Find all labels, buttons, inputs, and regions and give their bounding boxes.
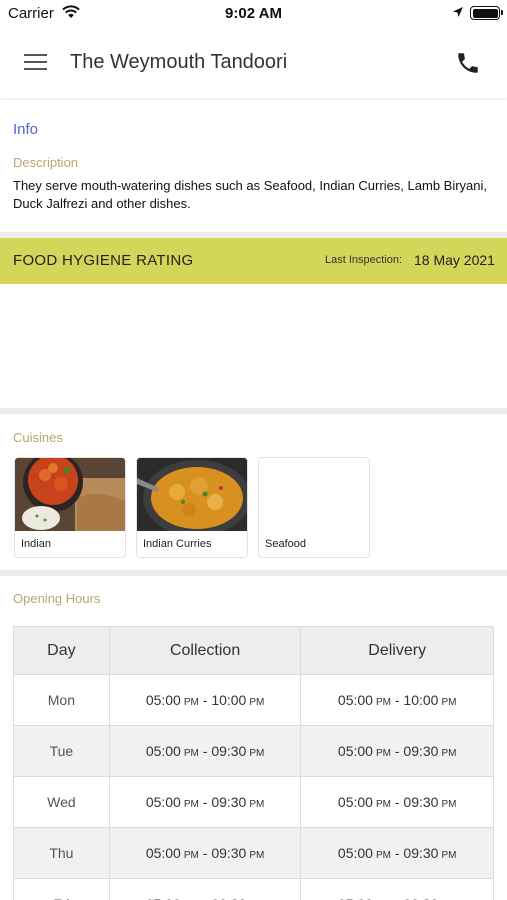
column-header-collection: Collection <box>108 626 302 675</box>
cuisines-section: Cuisines Indian Indian Curries Seafood <box>0 414 507 570</box>
cuisine-name: Seafood <box>265 538 306 550</box>
description-label: Description <box>13 155 79 170</box>
cuisines-label: Cuisines <box>13 430 63 445</box>
delivery-hours-cell: 05:00PM - 09:30PM <box>300 725 494 777</box>
time-value: 05:00 <box>145 743 181 759</box>
am-pm-label: PM <box>375 748 391 759</box>
day-cell: Wed <box>13 776 110 828</box>
time-value: 05:00 <box>145 794 181 810</box>
cuisine-card-seafood[interactable]: Seafood <box>258 457 370 558</box>
am-pm-label: PM <box>183 799 199 810</box>
am-pm-label: PM <box>441 799 457 810</box>
location-arrow-icon <box>453 7 463 17</box>
delivery-hours-cell: 05:00PM - 09:30PM <box>300 827 494 879</box>
day-cell: Fri <box>13 878 110 900</box>
am-pm-label: PM <box>249 748 265 759</box>
am-pm-label: PM <box>183 748 199 759</box>
time-value: 05:00 <box>337 692 373 708</box>
time-value: 05:00 <box>146 896 181 900</box>
time-value: 10:00 <box>403 692 439 708</box>
page-title: The Weymouth Tandoori <box>70 51 288 73</box>
cuisine-name: Indian <box>21 538 51 550</box>
time-value: 09:30 <box>211 743 247 759</box>
day-cell: Mon <box>13 674 110 726</box>
am-pm-label: PM <box>249 799 265 810</box>
day-cell: Tue <box>13 725 110 777</box>
time-value: 05:00 <box>337 845 373 861</box>
status-bar: Carrier 9:02 AM <box>0 0 507 28</box>
table-row: Fri05:00PM - 09:30PM05:00PM - 09:30PM <box>13 878 494 900</box>
hygiene-title: FOOD HYGIENE RATING <box>13 252 194 269</box>
description-text: They serve mouth-watering dishes such as… <box>13 178 488 211</box>
collection-hours-cell: 05:00PM - 09:30PM <box>108 878 302 900</box>
time-value: 09:30 <box>403 743 439 759</box>
am-pm-label: PM <box>249 850 265 861</box>
am-pm-label: PM <box>441 697 457 708</box>
table-row: Thu 05:00 PM - 09:30 PM 05:00 PM - 09:30 PM <box>13 827 494 879</box>
time-value: 09:30 <box>211 794 247 810</box>
opening-hours-section: Opening Hours Day Collection Delivery Mo… <box>0 576 507 900</box>
phone-icon[interactable] <box>455 50 481 76</box>
info-heading: Info <box>13 121 39 138</box>
table-header-row: Day Collection Delivery <box>13 626 494 675</box>
time-value: 05:00 <box>145 845 181 861</box>
time-value: 09:30 <box>403 845 439 861</box>
time-value: 05:00 <box>337 794 373 810</box>
am-pm-label: PM <box>375 799 391 810</box>
time-value: 09:30 <box>211 896 246 900</box>
hamburger-menu-icon[interactable] <box>24 54 47 71</box>
am-pm-label: PM <box>183 697 199 708</box>
opening-hours-label: Opening Hours <box>13 591 101 606</box>
table-row: Tue 05:00 PM - 09:30 PM 05:00 PM - 09:30 PM <box>13 725 494 777</box>
table-row: Mon 05:00 PM - 10:00 PM 05:00 PM - 10:00 PM <box>13 674 494 726</box>
status-time: 9:02 AM <box>225 5 282 22</box>
table-row: Wed 05:00 PM - 09:30 PM 05:00 PM - 09:30 PM <box>13 776 494 828</box>
curry-food-image <box>137 458 247 531</box>
collection-hours-cell: 05:00 PM - 10:00 PM <box>108 674 302 726</box>
cuisine-card-indian[interactable]: Indian <box>14 457 126 558</box>
collection-hours-cell: 05:00PM - 09:30PM <box>108 827 302 879</box>
cuisine-card-indian-curries[interactable]: Indian Curries <box>136 457 248 558</box>
delivery-hours-cell: 05:00PM - 09:30PM <box>300 878 494 900</box>
am-pm-label: PM <box>183 850 199 861</box>
day-cell: Thu <box>13 827 110 879</box>
time-value: 09:30 <box>403 794 439 810</box>
indian-food-image <box>15 458 125 531</box>
am-pm-label: PM <box>375 697 391 708</box>
collection-hours-cell: 05:00PM - 09:30PM <box>108 725 302 777</box>
delivery-hours-cell: 05:00PM - 09:30PM <box>300 776 494 828</box>
column-header-day: Day <box>13 626 110 675</box>
delivery-hours-cell: 05:00 PM - 10:00 PM <box>300 674 494 726</box>
am-pm-label: PM <box>441 748 457 759</box>
time-value: 05:00 <box>145 692 181 708</box>
column-header-delivery: Delivery <box>300 626 494 675</box>
last-inspection-date: 18 May 2021 <box>414 252 495 268</box>
time-value: 05:00 <box>337 743 373 759</box>
am-pm-label: PM <box>375 850 391 861</box>
battery-icon <box>470 6 503 20</box>
cuisine-name: Indian Curries <box>143 538 212 550</box>
collection-hours-cell: 05:00PM - 09:30PM <box>108 776 302 828</box>
time-value: 05:00 <box>338 896 373 900</box>
nav-bar: The Weymouth Tandoori <box>0 28 507 98</box>
hygiene-rating-area <box>0 284 507 408</box>
am-pm-label: PM <box>249 697 265 708</box>
time-value: 09:30 <box>403 896 438 900</box>
info-section: Info Description They serve mouth-wateri… <box>0 100 507 232</box>
time-value: 09:30 <box>211 845 247 861</box>
time-value: 10:00 <box>211 692 247 708</box>
opening-hours-table: Day Collection Delivery Mon 05:00 PM - 10:… <box>13 626 494 900</box>
am-pm-label: PM <box>441 850 457 861</box>
hygiene-header: FOOD HYGIENE RATING Last Inspection: 18 … <box>0 238 507 284</box>
last-inspection-label: Last Inspection: <box>325 254 403 266</box>
